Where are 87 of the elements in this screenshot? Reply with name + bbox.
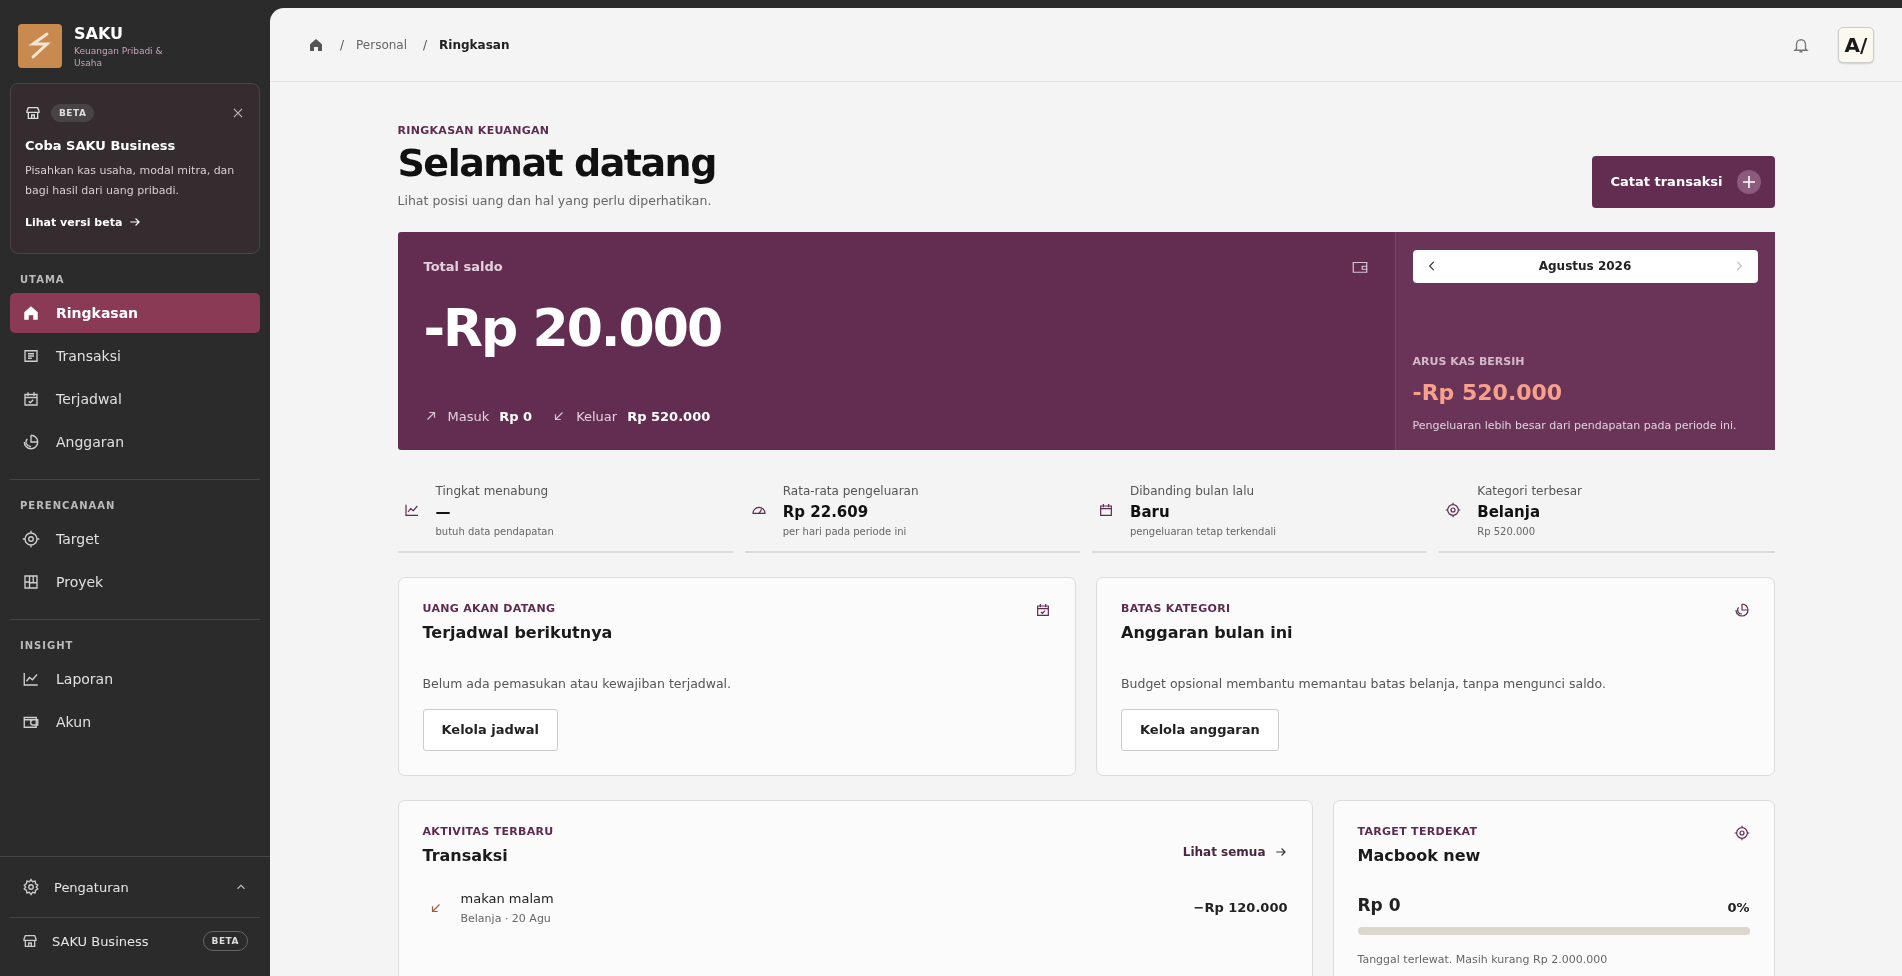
beta-badge: BETA: [51, 104, 95, 123]
card-text: Budget opsional membantu memantau batas belanja, tanpa mengunci saldo.: [1121, 675, 1606, 691]
card-eyebrow: UANG AKAN DATANG: [422, 601, 557, 615]
calendar-check-icon: [22, 390, 40, 409]
home-icon: [22, 304, 40, 323]
stat-note: Rp 520.000: [1477, 525, 1537, 537]
grid-icon: [22, 573, 40, 592]
nav-section-label: PERENCANAAN: [19, 499, 117, 514]
expense-value: Rp 520.000: [627, 408, 711, 424]
breadcrumb-separator: /: [423, 37, 428, 52]
calendar-icon: [1098, 502, 1114, 519]
page-eyebrow: RINGKASAN KEUANGAN: [397, 124, 551, 137]
add-transaction-button[interactable]: Catat transaksi: [1592, 155, 1775, 208]
nav-item[interactable]: Proyek: [10, 562, 260, 603]
gear-icon: [22, 878, 40, 896]
avatar[interactable]: A/: [1838, 26, 1874, 63]
page-title: Selamat datang: [397, 143, 716, 185]
pie-chart-icon: [22, 433, 40, 452]
manage-button[interactable]: Kelola jadwal: [422, 708, 559, 751]
line-chart-icon: [403, 502, 420, 519]
promo-title: Coba SAKU Business: [25, 138, 177, 154]
breadcrumb-link[interactable]: Ringkasan: [439, 37, 510, 52]
income-value: Rp 0: [499, 408, 533, 424]
balance-label: Total saldo: [423, 259, 503, 275]
nav-item[interactable]: Ringkasan: [10, 293, 260, 334]
transaction-meta: Belanja · 20 Agu: [460, 911, 552, 925]
calendar-check-icon: [1035, 601, 1051, 618]
month-picker[interactable]: Agustus 2026: [1412, 249, 1758, 283]
nav-section-label: INSIGHT: [19, 639, 75, 654]
card-eyebrow: BATAS KATEGORI: [1121, 601, 1232, 615]
card-eyebrow: AKTIVITAS TERBARU: [422, 824, 554, 838]
stat-value: Baru: [1130, 502, 1171, 521]
store-icon: [22, 933, 38, 949]
income-label: Masuk: [447, 408, 490, 424]
stat-value: —: [435, 502, 452, 521]
net-flow-label: ARUS KAS BERSIH: [1412, 354, 1526, 368]
nav-section-label: UTAMA: [19, 273, 66, 288]
business-item[interactable]: SAKU Business BETA: [10, 918, 260, 964]
home-icon[interactable]: [308, 36, 324, 53]
app-logo: [18, 24, 62, 68]
goal-amount: Rp 0: [1357, 894, 1401, 915]
beta-link[interactable]: Lihat versi beta: [25, 215, 245, 230]
app-tagline: Keuangan Pribadi & Usaha: [74, 46, 164, 70]
stat-value: Belanja: [1477, 502, 1542, 521]
card-eyebrow: TARGET TERDEKAT: [1357, 824, 1479, 838]
see-all-link[interactable]: Lihat semua: [1182, 844, 1288, 859]
transaction-amount: −Rp 120.000: [1193, 900, 1288, 916]
nav-item[interactable]: Terjadwal: [10, 379, 260, 420]
stat-note: pengeluaran tetap terkendali: [1130, 525, 1277, 537]
stat-label: Rata-rata pengeluaran: [782, 483, 919, 498]
promo-text: Pisahkan kas usaha, modal mitra, dan bagi hasil dari uang pribadi.: [25, 163, 236, 200]
card-title: Transaksi: [422, 845, 509, 865]
stat-label: Tingkat menabung: [435, 483, 550, 498]
settings-item[interactable]: Pengaturan: [10, 857, 260, 917]
card-title: Macbook new: [1357, 845, 1481, 865]
net-flow-note: Pengeluaran lebih besar dari pendapatan pada periode ini.: [1412, 418, 1738, 432]
stat-note: per hari pada periode ini: [782, 525, 908, 537]
manage-button[interactable]: Kelola anggaran: [1121, 708, 1279, 751]
nav-item[interactable]: Transaksi: [10, 336, 260, 377]
page-subtitle: Lihat posisi uang dan hal yang perlu diperhatikan.: [397, 192, 713, 208]
plus-icon: [1734, 167, 1763, 196]
target-icon: [22, 530, 40, 549]
stat-value: Rp 22.609: [782, 502, 870, 521]
nav-item[interactable]: Laporan: [10, 659, 260, 700]
line-chart-icon: [22, 670, 40, 689]
goal-note: Tanggal terlewat. Masih kurang Rp 2.000.000: [1357, 952, 1608, 966]
breadcrumb-separator: /: [340, 37, 345, 52]
target-icon: [1733, 824, 1750, 841]
store-icon: [25, 105, 41, 122]
pie-chart-icon: [1733, 601, 1750, 618]
expense-label: Keluar: [576, 408, 618, 424]
card-title: Anggaran bulan ini: [1121, 622, 1293, 642]
nav-item[interactable]: Target: [10, 519, 260, 560]
stat-note: butuh data pendapatan: [435, 525, 554, 537]
card-title: Terjadwal berikutnya: [422, 622, 613, 642]
breadcrumb-link[interactable]: Personal: [356, 37, 408, 52]
nav-item[interactable]: Anggaran: [10, 422, 260, 463]
nav-item[interactable]: Akun: [10, 702, 260, 743]
app-name: SAKU: [74, 24, 124, 43]
stat-label: Dibanding bulan lalu: [1130, 483, 1256, 498]
transaction-name: makan malam: [460, 890, 555, 906]
net-flow-amount: -Rp 520.000: [1412, 379, 1564, 405]
card-text: Belum ada pemasukan atau kewajiban terjadwal.: [422, 675, 732, 691]
goal-percent: 0%: [1727, 899, 1750, 915]
stat-label: Kategori terbesar: [1477, 483, 1582, 498]
target-icon: [1445, 502, 1462, 519]
balance-amount: -Rp 20.000: [423, 297, 723, 358]
